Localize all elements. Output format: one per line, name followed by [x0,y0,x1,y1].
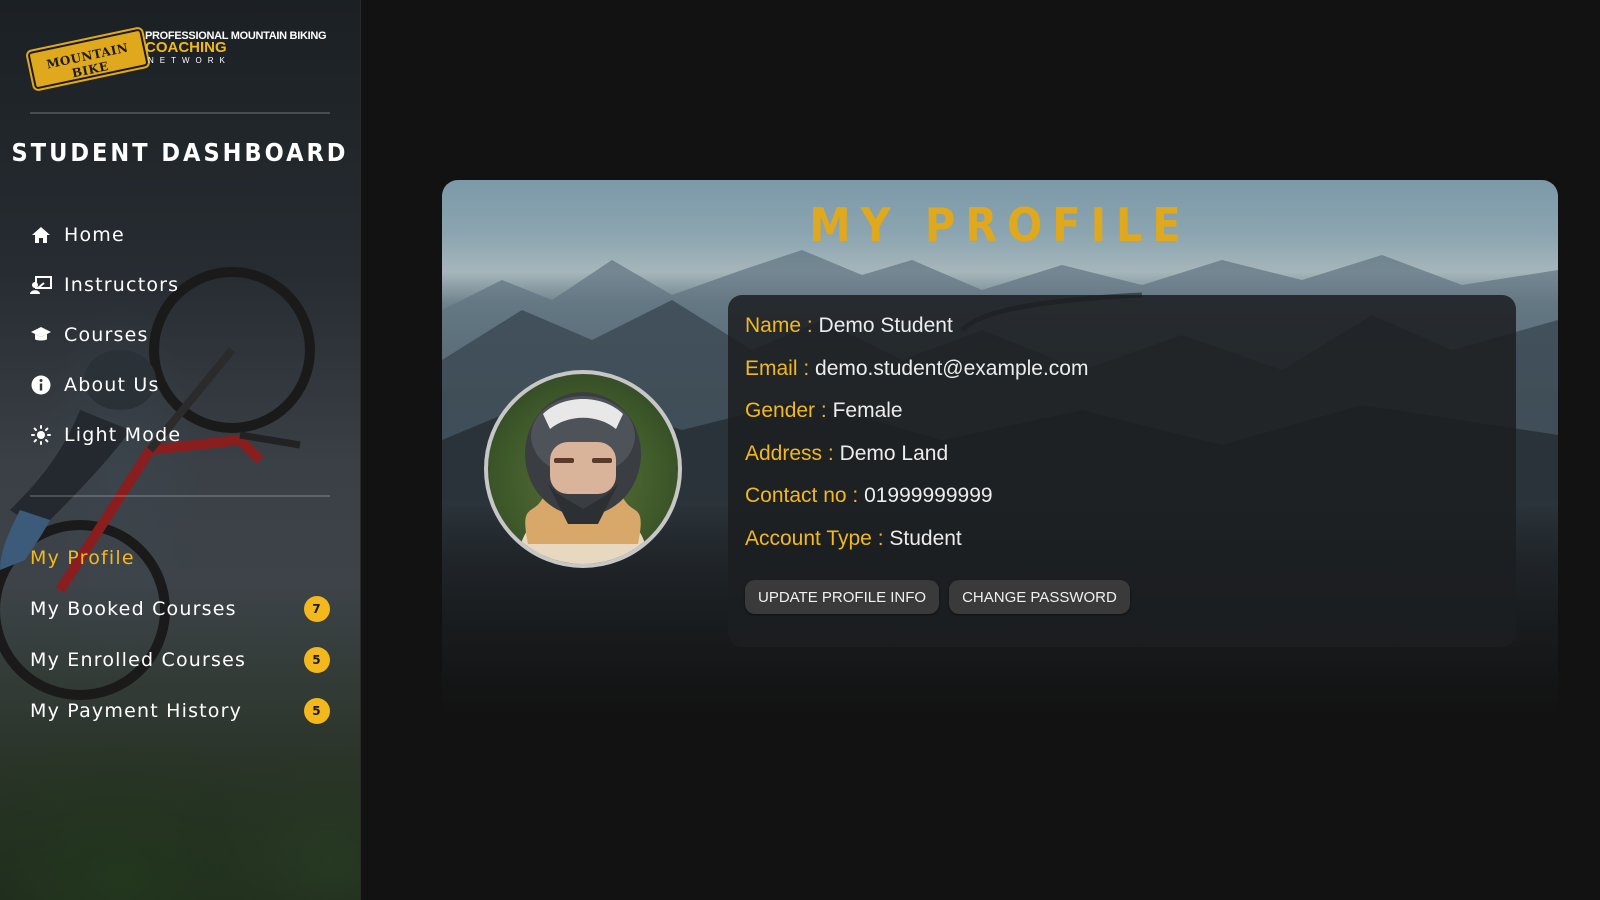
update-profile-button[interactable]: UPDATE PROFILE INFO [745,580,940,614]
field-email: Email : demo.student@example.com [745,354,1088,397]
nav-item-my-enrolled-courses[interactable]: My Enrolled Courses 5 [30,634,330,685]
nav-item-label: Light Mode [64,424,182,446]
brand-logo[interactable]: MOUNTAIN BIKE PROFESSIONAL MOUNTAIN BIKI… [27,28,330,90]
nav-item-label: My Enrolled Courses [30,648,247,671]
nav-item-light-mode[interactable]: Light Mode [30,410,330,460]
info-icon [30,374,52,396]
profile-card: MY PROFILE Name : Demo Student Email : d… [442,180,1558,720]
dashboard-title: STUDENT DASHBOARD [11,138,349,167]
nav-item-label: My Payment History [30,699,243,722]
sun-icon [30,424,52,446]
nav-item-label: My Profile [30,546,135,569]
field-name: Name : Demo Student [745,311,1088,354]
field-value: Demo Land [839,441,949,465]
field-value: 01999999999 [864,484,993,507]
nav-item-courses[interactable]: Courses [30,310,330,360]
home-icon [30,224,52,246]
page-title: MY PROFILE [809,198,1191,252]
field-gender: Gender : Female [745,396,1088,439]
count-badge: 7 [304,595,330,622]
field-label: Account Type : [745,526,884,550]
nav-item-home[interactable]: Home [30,210,330,260]
divider [30,112,330,114]
avatar-photo [518,392,648,564]
nav-item-label: About Us [64,374,160,396]
logo-badge: MOUNTAIN BIKE [27,28,149,90]
count-badge: 5 [304,646,330,673]
field-label: Gender : [745,399,827,422]
field-value: Demo Student [818,314,953,337]
field-label: Name : [745,314,813,337]
field-value: Female [832,399,903,422]
field-value: demo.student@example.com [815,356,1089,380]
profile-actions: UPDATE PROFILE INFO CHANGE PASSWORD [745,580,1130,614]
account-nav: My Profile My Booked Courses 7 My Enroll… [30,532,330,736]
instructor-icon [30,274,52,296]
nav-item-my-booked-courses[interactable]: My Booked Courses 7 [30,583,330,634]
nav-item-label: My Booked Courses [30,597,237,620]
field-value: Student [889,526,962,550]
profile-fields: Name : Demo Student Email : demo.student… [745,311,1088,566]
count-badge: 5 [304,697,330,724]
field-label: Email : [745,356,810,380]
nav-item-label: Home [64,224,125,246]
profile-info-panel: Name : Demo Student Email : demo.student… [728,295,1516,647]
field-contact: Contact no : 01999999999 [745,481,1088,524]
sidebar: MOUNTAIN BIKE PROFESSIONAL MOUNTAIN BIKI… [0,0,361,900]
field-label: Contact no : [745,484,859,507]
nav-item-label: Courses [64,324,149,346]
nav-item-my-profile[interactable]: My Profile [30,532,330,583]
main-nav: Home Instructors Courses About Us Light … [30,210,330,460]
logo-badge-text: MOUNTAIN BIKE [45,40,130,81]
field-label: Address : [745,441,834,465]
nav-item-my-payment-history[interactable]: My Payment History 5 [30,685,330,736]
field-account-type: Account Type : Student [745,524,1088,567]
graduation-cap-icon [30,324,52,346]
nav-item-about[interactable]: About Us [30,360,330,410]
nav-item-instructors[interactable]: Instructors [30,260,330,310]
logo-coaching: COACHING [145,39,227,56]
change-password-button[interactable]: CHANGE PASSWORD [949,580,1130,614]
field-address: Address : Demo Land [745,439,1088,482]
nav-item-label: Instructors [64,274,180,296]
divider [30,495,330,497]
profile-avatar[interactable] [484,370,682,568]
logo-network: NETWORK [148,56,231,65]
